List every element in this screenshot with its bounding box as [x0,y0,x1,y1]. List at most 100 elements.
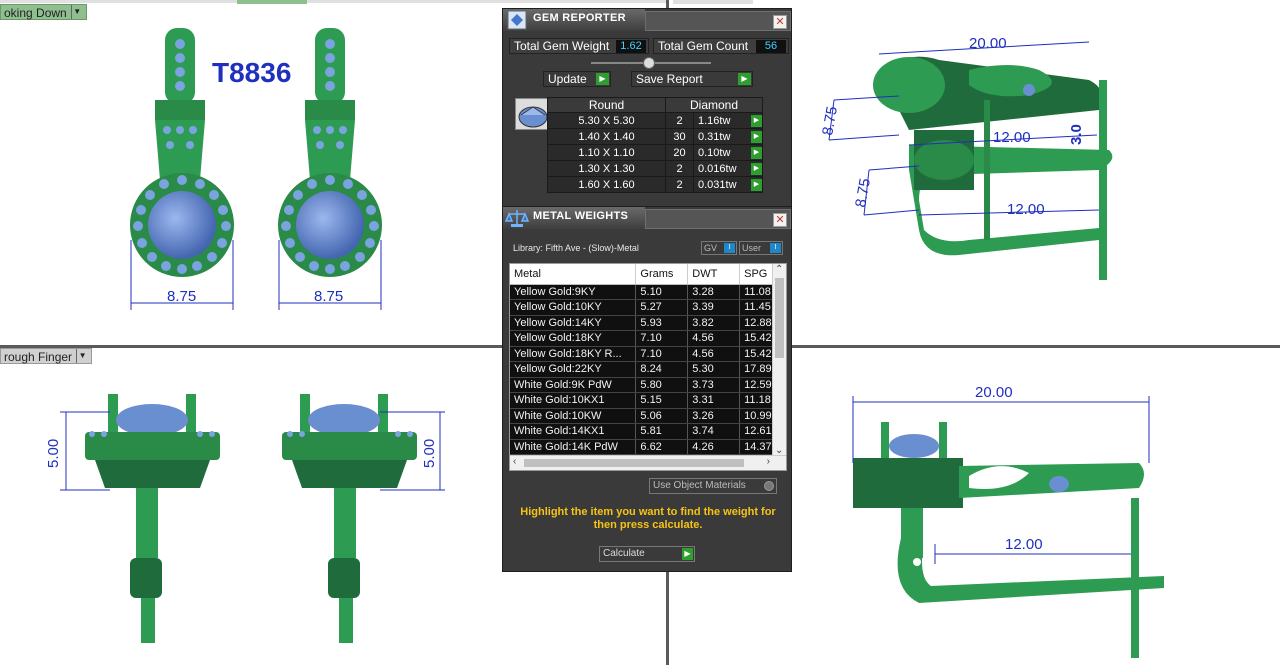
library-label: Library: Fifth Ave - (Slow)-Metal [513,243,639,253]
gem-row[interactable]: 1.30 X 1.30 2 0.016tw ▶ [547,160,763,177]
update-button[interactable]: Update ▶ [543,71,611,87]
toggle-indicator-icon: I [770,243,781,253]
metal-row[interactable]: White Gold:14KX1 5.81 3.74 12.61 [510,423,786,440]
save-report-button-label: Save Report [636,72,703,86]
scroll-right-icon[interactable]: › [767,456,770,467]
user-toggle[interactable]: User I [739,241,783,255]
metal-name: Yellow Gold:18KY [510,330,637,347]
metal-weights-titlebar[interactable]: METAL WEIGHTS [503,207,645,229]
metal-weights-panel: METAL WEIGHTS ✕ Library: Fifth Ave - (Sl… [502,206,792,572]
horizontal-scrollbar[interactable]: ‹ › [510,455,786,470]
metal-name: White Gold:10KX1 [510,392,637,409]
close-icon[interactable]: ✕ [773,15,787,29]
metal-dwt: 3.31 [687,392,741,409]
play-arrow-icon[interactable]: ▶ [751,162,762,175]
gem-weight: 0.016tw [698,162,737,175]
metal-row[interactable]: Yellow Gold:18KY 7.10 4.56 15.42 [510,330,786,347]
gem-count: 2 [665,176,694,193]
calculate-hint: Highlight the item you want to find the … [520,506,776,531]
metal-row[interactable]: Yellow Gold:14KY 5.93 3.82 12.88 [510,315,786,331]
metal-grams: 5.80 [635,377,689,393]
gem-row[interactable]: 1.10 X 1.10 20 0.10tw ▶ [547,144,763,161]
gem-reporter-titlebar-ext[interactable]: ✕ [645,11,791,31]
gem-shape-icon[interactable] [515,98,551,130]
gem-count: 2 [665,112,694,129]
play-arrow-icon[interactable]: ▶ [751,114,762,127]
metal-weights-titlebar-ext[interactable]: ✕ [645,209,791,229]
gem-count: 30 [665,128,694,145]
vertical-scrollbar[interactable]: ⌃ ⌄ [772,264,786,456]
scrollbar-thumb[interactable] [775,278,784,358]
metal-list[interactable]: Metal Grams DWT SPG Yellow Gold:9KY 5.10 3… [509,263,787,471]
scroll-up-icon[interactable]: ⌃ [775,264,783,275]
gem-weight: 1.16tw [698,114,731,127]
metal-table: Metal Grams DWT SPG Yellow Gold:9KY 5.10 3… [510,264,786,455]
column-header-metal[interactable]: Metal [510,264,637,285]
metal-row[interactable]: White Gold:9K PdW 5.80 3.73 12.59 [510,377,786,393]
earring-right-front [278,28,382,277]
gem-size: 1.60 X 1.60 [547,176,666,193]
gem-row[interactable]: 1.60 X 1.60 2 0.031tw ▶ [547,176,763,193]
total-gem-count: Total Gem Count 56 [653,38,789,54]
metal-row[interactable]: Yellow Gold:22KY 8.24 5.30 17.89 [510,361,786,378]
update-button-label: Update [548,72,587,86]
metal-name: Yellow Gold:9KY [510,284,637,300]
metal-grams: 5.10 [635,284,689,300]
play-arrow-icon[interactable]: ▶ [751,146,762,159]
gem-reporter-panel: GEM REPORTER ✕ Total Gem Weight 1.62 Tot… [502,8,792,208]
cad-workspace: oking Down ▼ 8.75 8.75 T8836 20.00 12.00… [0,0,1280,665]
play-arrow-icon[interactable]: ▶ [751,178,762,191]
metal-name: Yellow Gold:14KY [510,315,637,331]
play-arrow-icon[interactable]: ▶ [751,130,762,143]
metal-row[interactable]: White Gold:14K PdW 6.62 4.26 14.37 [510,439,786,455]
slider-handle[interactable] [643,57,655,69]
dimension-label: 12.00 [993,129,1031,146]
metal-dwt: 4.56 [687,346,741,362]
dimension-label: 12.00 [1005,536,1043,553]
total-gem-count-value: 56 [756,40,786,53]
metal-row[interactable]: Yellow Gold:9KY 5.10 3.28 11.08 [510,284,786,300]
total-gem-weight-label: Total Gem Weight [514,39,610,53]
gem-count: 2 [665,160,694,177]
gv-toggle[interactable]: GV I [701,241,737,255]
metal-dwt: 3.39 [687,299,741,316]
metal-row[interactable]: Yellow Gold:18KY R... 7.10 4.56 15.42 [510,346,786,362]
calculate-button[interactable]: Calculate ▶ [599,546,695,562]
gem-size: 1.10 X 1.10 [547,144,666,161]
metal-name: White Gold:14KX1 [510,423,637,440]
gem-weight-cell: 0.016tw ▶ [693,160,763,177]
dimension-label: 20.00 [975,384,1013,401]
total-gem-weight-value: 1.62 [616,40,646,53]
save-report-button[interactable]: Save Report ▶ [631,71,753,87]
metal-dwt: 4.26 [687,439,741,455]
gem-row[interactable]: 1.40 X 1.40 30 0.31tw ▶ [547,128,763,145]
metal-name: White Gold:14K PdW [510,439,637,455]
gem-size: 1.30 X 1.30 [547,160,666,177]
earring-left-side [85,394,220,643]
gem-row[interactable]: 5.30 X 5.30 2 1.16tw ▶ [547,112,763,129]
dimension-label: 8.75 [314,288,343,305]
gem-weight: 0.31tw [698,130,731,143]
scroll-left-icon[interactable]: ‹ [513,456,516,467]
gem-reporter-titlebar[interactable]: GEM REPORTER [503,9,645,31]
close-icon[interactable]: ✕ [773,213,787,227]
dimension-label: 12.00 [1007,201,1045,218]
scrollbar-thumb[interactable] [524,459,744,467]
dimension-label: 8.75 [852,177,874,209]
metal-row[interactable]: White Gold:10KW 5.06 3.26 10.99 [510,408,786,424]
play-arrow-icon: ▶ [596,73,609,85]
column-header-grams[interactable]: Grams [635,264,689,285]
user-toggle-label: User [742,243,762,253]
metal-name: Yellow Gold:10KY [510,299,637,316]
gem-table: Round Diamond 5.30 X 5.30 2 1.16tw ▶ 1.4… [547,97,763,193]
total-gem-count-label: Total Gem Count [658,39,749,53]
metal-grams: 5.06 [635,408,689,424]
metal-grams: 5.93 [635,315,689,331]
column-header-dwt[interactable]: DWT [687,264,741,285]
gem-weight-cell: 1.16tw ▶ [693,112,763,129]
earring-right-side [282,394,417,643]
calculate-button-label: Calculate [603,548,645,559]
use-object-materials-toggle[interactable]: Use Object Materials [649,478,777,494]
metal-row[interactable]: Yellow Gold:10KY 5.27 3.39 11.45 [510,299,786,316]
metal-row[interactable]: White Gold:10KX1 5.15 3.31 11.18 [510,392,786,409]
